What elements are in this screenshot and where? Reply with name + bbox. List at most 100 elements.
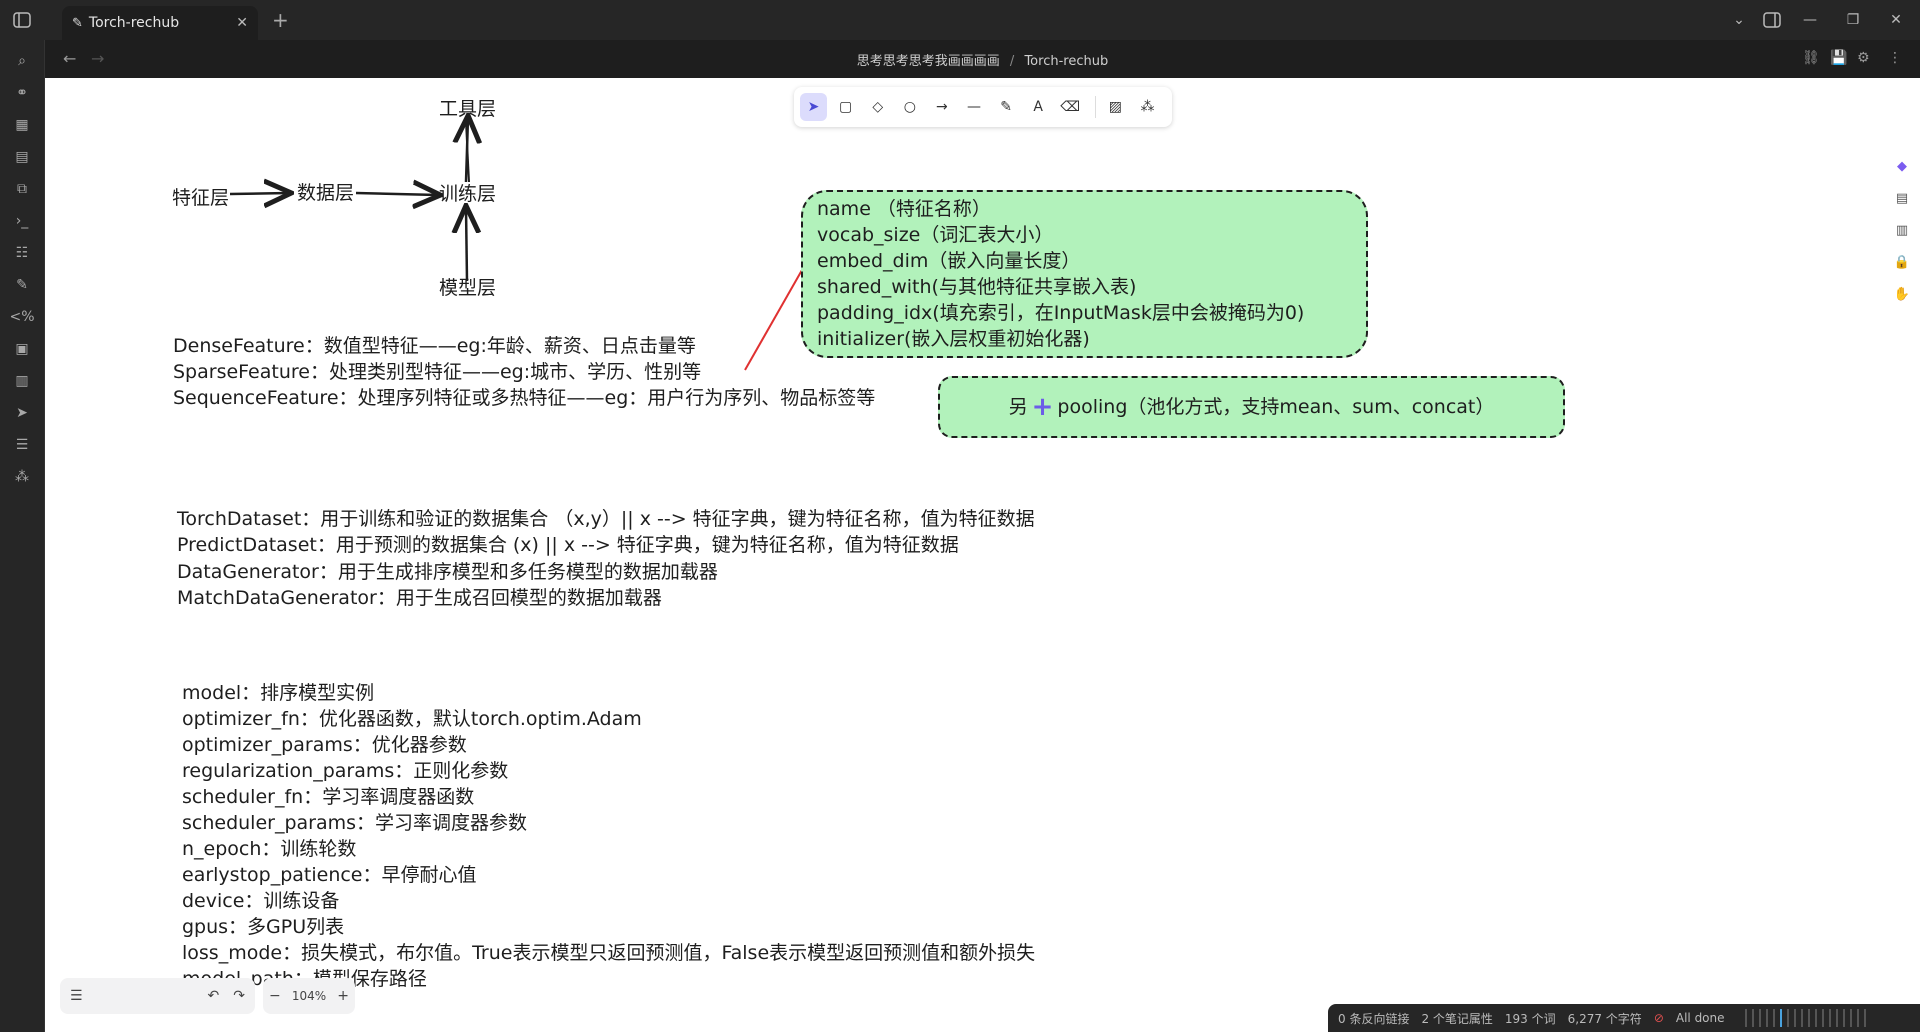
draw-tool-icon[interactable]: ✎ (993, 93, 1020, 121)
note-pooling-text: pooling（池化方式，支持mean、sum、concat） (1057, 396, 1495, 418)
minimize-icon[interactable]: — (1800, 10, 1820, 30)
rectangle-tool-icon[interactable]: ▢ (832, 93, 859, 121)
status-chars: 6,277 个字符 (1567, 1011, 1642, 1026)
node-model-layer[interactable]: 模型层 (439, 275, 496, 301)
breadcrumb-folder[interactable]: 思考思考思考我画画画画 (857, 54, 1000, 69)
calendar-icon[interactable]: ▤ (11, 146, 33, 168)
zoom-in-button[interactable]: + (337, 988, 349, 1004)
image-tool-icon[interactable]: ▨ (1102, 93, 1129, 121)
note-line: vocab_size（词汇表大小） (817, 224, 1054, 246)
menu-icon[interactable]: ☰ (70, 988, 83, 1004)
status-backlinks[interactable]: 0 条反向链接 (1338, 1010, 1409, 1027)
param-optimizer-params[interactable]: optimizer_params：优化器参数 (182, 732, 467, 758)
dataset-datagenerator[interactable]: DataGenerator：用于生成排序模型和多任务模型的数据加载器 (177, 559, 718, 585)
param-gpus[interactable]: gpus：多GPU列表 (182, 914, 344, 940)
excalidraw-canvas[interactable]: 工具层 特征层 数据层 训练层 模型层 DenseFeature：数值型特征——… (45, 78, 1920, 1032)
param-optimizer-fn[interactable]: optimizer_fn：优化器函数，默认torch.optim.Adam (182, 706, 642, 732)
restore-icon[interactable]: ❐ (1843, 10, 1863, 30)
feature-sequence[interactable]: SequenceFeature：处理序列特征或多热特征——eg：用户行为序列、物… (173, 385, 875, 411)
panel-icon[interactable]: ▥ (1890, 217, 1914, 243)
right-side-tools: ◆ ▤ ▥ 🔒 ✋ (1890, 153, 1914, 313)
param-loss-mode[interactable]: loss_mode：损失模式，布尔值。True表示模型只返回预测值，False表… (182, 940, 1035, 966)
param-n-epoch[interactable]: n_epoch：训练轮数 (182, 836, 356, 862)
new-tab-button[interactable]: + (272, 8, 289, 32)
param-earlystop[interactable]: earlystop_patience：早停耐心值 (182, 862, 477, 888)
table-icon[interactable]: ▥ (11, 370, 33, 392)
chevron-down-icon[interactable]: ⌄ (1729, 10, 1749, 30)
dataset-torch[interactable]: TorchDataset：用于训练和验证的数据集合 （x,y）|| x --> … (177, 506, 1035, 532)
ellipse-tool-icon[interactable]: ○ (896, 93, 923, 121)
zoom-out-button[interactable]: − (269, 988, 281, 1004)
zoom-controls: − 104% + (263, 978, 355, 1014)
param-scheduler-fn[interactable]: scheduler_fn：学习率调度器函数 (182, 784, 474, 810)
note-line: padding_idx(填充索引，在InputMask层中会被掩码为0) (817, 302, 1305, 324)
more-options-icon[interactable]: ⋮ (1888, 50, 1902, 66)
param-device[interactable]: device：训练设备 (182, 888, 339, 914)
param-model[interactable]: model：排序模型实例 (182, 680, 374, 706)
save-icon[interactable]: 💾 (1830, 50, 1847, 66)
list-icon[interactable]: ☰ (11, 434, 33, 456)
text-tool-icon[interactable]: A (1025, 93, 1052, 121)
breadcrumb-file[interactable]: Torch-rechub (1024, 54, 1108, 69)
lock-icon[interactable]: 🔒 (1890, 249, 1914, 275)
title-bar: ✎ Torch-rechub ✕ + ⌄ — ❐ ✕ (0, 0, 1920, 40)
param-scheduler-params[interactable]: scheduler_params：学习率调度器参数 (182, 810, 527, 836)
node-data-layer[interactable]: 数据层 (297, 180, 354, 206)
dataset-predict[interactable]: PredictDataset：用于预测的数据集合 (x) || x --> 特征… (177, 532, 959, 558)
feature-sparse[interactable]: SparseFeature：处理类别型特征——eg:城市、学历、性别等 (173, 359, 701, 385)
plus-icon: + (1031, 392, 1054, 422)
node-feature-layer[interactable]: 特征层 (172, 185, 229, 211)
obsidian-icon[interactable]: ◆ (1890, 153, 1914, 179)
note-line: initializer(嵌入层权重初始化器) (817, 328, 1090, 350)
right-sidebar-toggle-icon[interactable] (1762, 10, 1782, 30)
eraser-tool-icon[interactable]: ⌫ (1057, 93, 1084, 121)
terminal-icon[interactable]: ›_ (11, 210, 33, 232)
kanban-icon[interactable]: ☷ (11, 242, 33, 264)
status-words: 193 个词 (1504, 1011, 1556, 1026)
note-line: name （特征名称） (817, 198, 991, 220)
send-icon[interactable]: ➤ (11, 402, 33, 424)
drawing-toolbar: ➤ ▢ ◇ ○ → — ✎ A ⌫ ▨ ⁂ (794, 87, 1172, 127)
code-icon[interactable]: <% (9, 306, 34, 328)
undo-icon[interactable]: ↶ (208, 988, 220, 1004)
sync-off-icon[interactable]: ⊘ (1654, 1011, 1664, 1025)
node-tool-layer[interactable]: 工具层 (439, 96, 496, 122)
arrow-model-to-train (466, 208, 467, 282)
excalidraw-icon: ✎ (72, 15, 83, 31)
status-properties[interactable]: 2 个笔记属性 (1421, 1010, 1492, 1027)
tab-label: Torch-rechub (88, 15, 180, 31)
line-tool-icon[interactable]: — (960, 93, 987, 121)
graph-view-icon[interactable]: ⚭ (11, 82, 33, 104)
search-files-icon[interactable]: ⌕ (11, 50, 33, 72)
arrow-tool-icon[interactable]: → (928, 93, 955, 121)
canvas-icon[interactable]: ▦ (11, 114, 33, 136)
diamond-tool-icon[interactable]: ◇ (864, 93, 891, 121)
tab-torch-rechub[interactable]: ✎ Torch-rechub ✕ (62, 6, 258, 40)
library-tool-icon[interactable]: ⁂ (1134, 93, 1161, 121)
breadcrumb-separator: / (1009, 54, 1015, 69)
breadcrumb: 思考思考思考我画画画画 / Torch-rechub (45, 50, 1920, 69)
view-header: ← → 思考思考思考我画画画画 / Torch-rechub ⛓ 💾 ⚙ ⋮ (45, 40, 1920, 79)
copy-icon[interactable]: ⧉ (11, 178, 33, 200)
redo-icon[interactable]: ↷ (233, 988, 245, 1004)
link-icon[interactable]: ⛓ (1802, 50, 1820, 66)
status-sync[interactable]: All done (1676, 1011, 1725, 1025)
excalidraw-ribbon-icon[interactable]: ✎ (11, 274, 33, 296)
zoom-level[interactable]: 104% (292, 989, 326, 1003)
note-feature-params[interactable]: name （特征名称） vocab_size（词汇表大小） embed_dim（… (801, 190, 1368, 358)
sidebar-toggle-icon[interactable] (12, 10, 32, 30)
settings-icon[interactable]: ⚙ (1857, 50, 1870, 66)
dataset-matchdatagenerator[interactable]: MatchDataGenerator：用于生成召回模型的数据加载器 (177, 585, 662, 611)
note-pooling-prefix: 另 (1008, 396, 1028, 418)
daily-note-icon[interactable]: ▣ (11, 338, 33, 360)
selection-tool-icon[interactable]: ➤ (800, 93, 828, 121)
note-pooling[interactable]: 另 + pooling（池化方式，支持mean、sum、concat） (938, 376, 1565, 438)
close-tab-icon[interactable]: ✕ (236, 15, 248, 31)
param-regularization[interactable]: regularization_params：正则化参数 (182, 758, 508, 784)
node-train-layer[interactable]: 训练层 (439, 181, 496, 207)
close-window-icon[interactable]: ✕ (1886, 10, 1906, 30)
hand-icon[interactable]: ✋ (1890, 281, 1914, 307)
numbers-icon[interactable]: ⁂ (11, 466, 33, 488)
export-icon[interactable]: ▤ (1890, 185, 1914, 211)
feature-dense[interactable]: DenseFeature：数值型特征——eg:年龄、薪资、日点击量等 (173, 333, 696, 359)
